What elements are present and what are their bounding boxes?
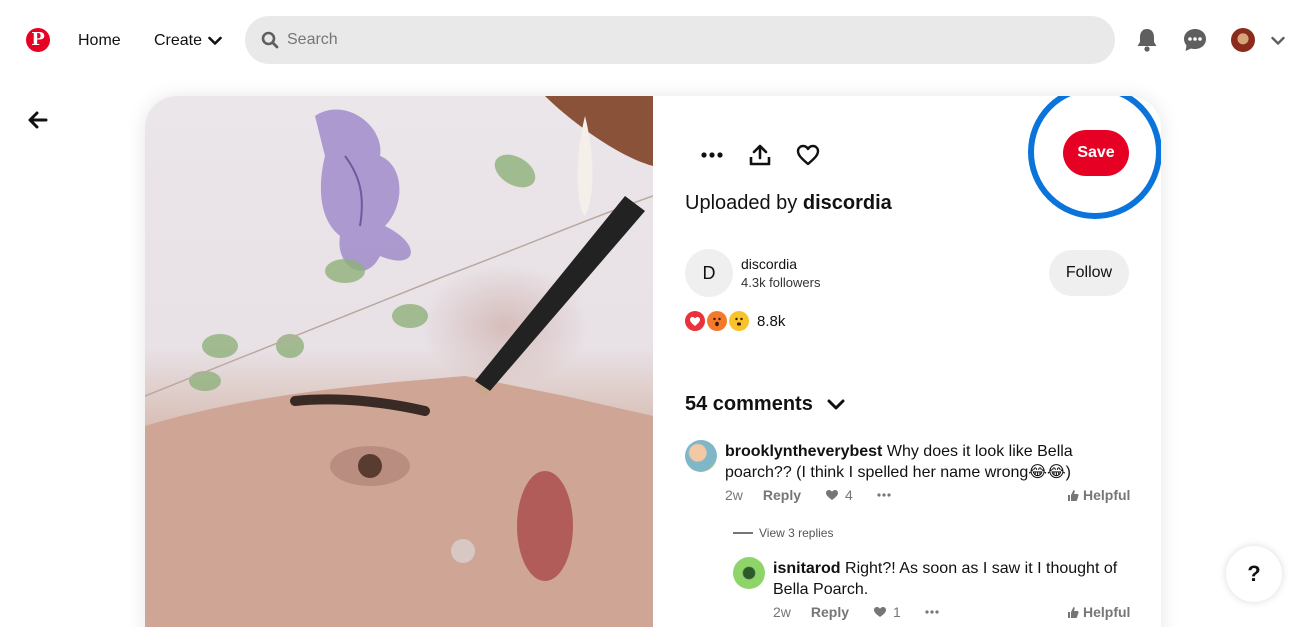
- share-button[interactable]: [745, 140, 775, 170]
- more-options-button[interactable]: [697, 140, 727, 170]
- comments-title: 54 comments: [685, 393, 813, 415]
- nav-create-menu[interactable]: Create: [154, 32, 222, 50]
- pin-card: Save Uploaded by discordia D discordia 4…: [145, 96, 1161, 627]
- comments-toggle[interactable]: 54 comments: [685, 393, 845, 416]
- chevron-down-icon: [208, 36, 222, 45]
- help-button[interactable]: ?: [1226, 546, 1282, 602]
- arrow-left-icon: [28, 111, 48, 129]
- react-heart-button[interactable]: [793, 140, 823, 170]
- comment-time: 2w: [725, 487, 743, 503]
- pin-actions: [697, 140, 823, 170]
- pin-image[interactable]: [145, 96, 653, 627]
- reaction-count: 8.8k: [757, 312, 786, 330]
- chevron-down-icon: [1271, 36, 1285, 45]
- view-replies-button[interactable]: View 3 replies: [733, 526, 833, 540]
- helpful-label: Helpful: [1083, 487, 1131, 503]
- creator-initial: D: [702, 262, 716, 283]
- nav-create-label: Create: [154, 32, 203, 49]
- comment-meta: 2w Reply 4: [725, 487, 891, 503]
- reactions-summary[interactable]: 8.8k: [685, 311, 785, 331]
- wow-reaction-icon: [707, 311, 727, 331]
- follow-button[interactable]: Follow: [1049, 250, 1129, 296]
- heart-icon[interactable]: [825, 489, 839, 501]
- helpful-button[interactable]: Helpful: [1067, 604, 1130, 620]
- thumbs-up-icon: [1068, 606, 1079, 618]
- comment-time: 2w: [773, 604, 791, 620]
- search-input[interactable]: [287, 31, 1067, 49]
- uploaded-by-line: Uploaded by discordia: [685, 192, 892, 215]
- helpful-label: Helpful: [1083, 604, 1131, 620]
- uploaded-by-prefix: Uploaded by: [685, 192, 798, 214]
- comment-username[interactable]: isnitarod: [773, 560, 841, 577]
- bell-icon: [1137, 29, 1157, 52]
- user-avatar[interactable]: [1231, 28, 1255, 52]
- top-navigation: P Home Create: [0, 0, 1302, 82]
- ellipsis-icon[interactable]: [877, 493, 891, 497]
- uploaded-by-user[interactable]: discordia: [803, 192, 892, 214]
- ellipsis-icon: [701, 152, 723, 158]
- back-button[interactable]: [26, 108, 50, 137]
- search-icon: [261, 31, 279, 49]
- messages-button[interactable]: [1182, 27, 1208, 58]
- comment-username[interactable]: brooklyntheverybest: [725, 443, 882, 460]
- nav-home-link[interactable]: Home: [78, 32, 121, 50]
- creator-name[interactable]: discordia: [741, 256, 797, 272]
- commenter-avatar[interactable]: [685, 440, 717, 472]
- heart-reaction-icon: [685, 311, 705, 331]
- comment-item: isnitarod Right?! As soon as I saw it I …: [773, 558, 1123, 600]
- search-bar[interactable]: [245, 16, 1115, 64]
- logo-letter: P: [31, 29, 45, 50]
- save-button[interactable]: Save: [1063, 130, 1129, 176]
- ellipsis-icon[interactable]: [925, 610, 939, 614]
- chevron-down-icon: [827, 399, 845, 409]
- heart-icon[interactable]: [873, 606, 887, 618]
- comment-like-count: 4: [845, 487, 853, 503]
- pin-drawing-illustration: [145, 96, 653, 627]
- reply-button[interactable]: Reply: [811, 604, 849, 620]
- notifications-button[interactable]: [1135, 27, 1159, 58]
- account-menu-button[interactable]: [1271, 33, 1285, 51]
- comment-meta: 2w Reply 1: [773, 604, 939, 620]
- commenter-avatar[interactable]: [733, 557, 765, 589]
- reply-button[interactable]: Reply: [763, 487, 801, 503]
- view-replies-label: View 3 replies: [759, 526, 834, 540]
- help-label: ?: [1247, 561, 1261, 586]
- comment-like-count: 1: [893, 604, 901, 620]
- good-idea-reaction-icon: [729, 311, 749, 331]
- pin-details: Save Uploaded by discordia D discordia 4…: [653, 96, 1161, 627]
- thumbs-up-icon: [1068, 489, 1079, 501]
- helpful-button[interactable]: Helpful: [1067, 487, 1130, 503]
- creator-avatar[interactable]: D: [685, 249, 733, 297]
- share-upload-icon: [749, 144, 771, 166]
- heart-icon: [796, 144, 820, 166]
- creator-followers: 4.3k followers: [741, 275, 821, 290]
- comment-item: brooklyntheverybest Why does it look lik…: [725, 441, 1125, 483]
- chat-bubble-icon: [1184, 29, 1206, 51]
- divider-line: [733, 532, 753, 534]
- pinterest-logo[interactable]: P: [26, 28, 50, 52]
